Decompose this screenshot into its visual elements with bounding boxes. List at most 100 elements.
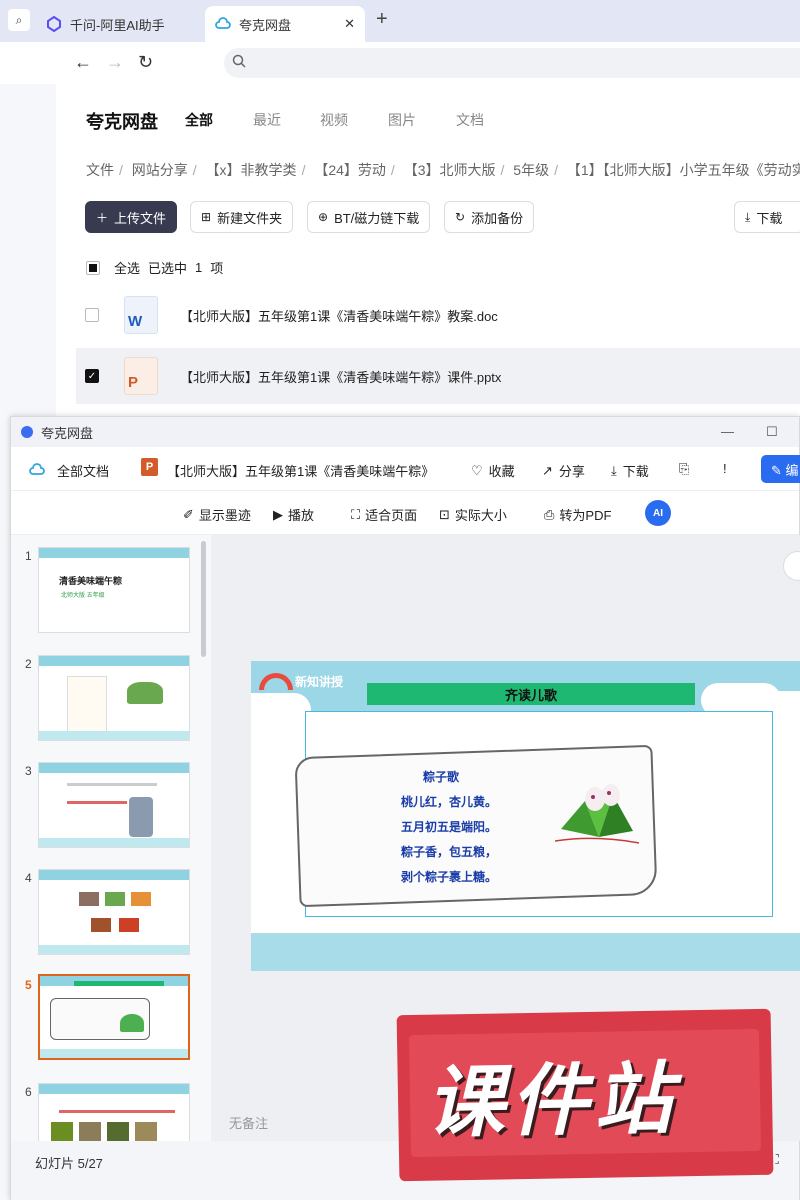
browser-nav-bar: ← → ↻ [0, 42, 800, 84]
powerpoint-file-icon: P [124, 357, 158, 395]
address-bar[interactable] [224, 48, 800, 78]
magnet-icon: ⊕ [318, 210, 329, 224]
show-ink-button[interactable]: ✐ 显示墨迹 [183, 505, 251, 524]
new-tab-icon[interactable]: + [376, 8, 388, 31]
fit-page-button[interactable]: ⛶ 适合页面 [351, 505, 417, 524]
edit-button[interactable]: ✎ 编 [761, 455, 800, 483]
breadcrumb-item[interactable]: 【x】非教学类 [206, 162, 297, 178]
forward-icon[interactable]: → [106, 52, 124, 73]
viewer-download-button[interactable]: ⤓ 下载 [611, 461, 649, 480]
minimize-icon[interactable]: — [721, 424, 734, 439]
add-backup-button[interactable]: ↻ 添加备份 [444, 201, 535, 233]
thumb-number: 1 [25, 549, 32, 563]
ppt-file-icon: P [141, 458, 158, 476]
play-button[interactable]: ▶ 播放 [273, 505, 314, 524]
all-docs-button[interactable]: 全部文档 [29, 461, 109, 480]
nav-tab-all[interactable]: 全部 [185, 110, 213, 130]
feedback-icon[interactable]: ! [723, 461, 727, 476]
fit-page-icon: ⛶ [351, 506, 361, 522]
maximize-icon[interactable]: ☐ [766, 424, 778, 440]
watermark-stamp: 课件站 [396, 1008, 774, 1182]
close-tab-icon[interactable]: ✕ [344, 16, 355, 32]
thumb-title: 清香美味端午粽 [59, 576, 123, 586]
slide-thumbnail[interactable] [38, 655, 190, 741]
share-icon: ↗ [542, 462, 553, 478]
thumb-number: 6 [25, 1085, 32, 1099]
word-file-icon: W [124, 296, 158, 334]
download-button[interactable]: ⤓ 下载 [734, 201, 800, 233]
tab-search-icon[interactable]: ⌕ [8, 9, 30, 31]
tab-label: 夸克网盘 [239, 17, 292, 33]
breadcrumb-item[interactable]: 文件 [86, 162, 114, 178]
file-checkbox[interactable] [85, 308, 99, 322]
slide-thumbnail[interactable]: 清香美味端午粽 北师大版 五年级 [38, 547, 190, 633]
breadcrumb: 文件 / 网站分享 / 【x】非教学类 / 【24】劳动 / 【3】北师大版/ 5年级 /… [86, 160, 800, 180]
browser-tab-bar: ⌕ 千问-阿里AI助手 夸克网盘 ✕ + [0, 0, 800, 42]
backup-icon: ↻ [455, 210, 466, 224]
ink-icon: ✐ [183, 506, 194, 522]
slide-tag: 新知讲授 [295, 675, 344, 689]
nav-tab-video[interactable]: 视频 [320, 110, 348, 130]
pdf-icon: ⎙ [544, 506, 555, 522]
nav-tab-recent[interactable]: 最近 [253, 110, 281, 130]
file-row[interactable]: W 【北师大版】五年级第1课《清香美味端午粽》教案.doc [76, 287, 800, 343]
selected-count: 1 [195, 260, 203, 275]
folder-plus-icon: ⊞ [201, 210, 212, 224]
slide-counter: 幻灯片 5/27 [35, 1156, 103, 1171]
current-slide: 新知讲授 齐读儿歌 粽子歌 桃儿红，杏儿黄。 五月初五是端阳。 粽子香，包五粮，… [251, 661, 800, 971]
breadcrumb-item[interactable]: 网站分享 [132, 162, 188, 178]
collect-button[interactable]: ♡ 收藏 [471, 461, 515, 480]
download-icon: ⤓ [745, 209, 751, 224]
select-all-label[interactable]: 全选 [114, 258, 140, 277]
thumbnail-scrollbar[interactable] [201, 541, 206, 657]
upload-button[interactable]: ＋上传文件 [85, 201, 178, 233]
download-icon: ⤓ [611, 462, 617, 478]
slide-thumbnail[interactable] [38, 1083, 190, 1141]
tab-label: 千问-阿里AI助手 [70, 17, 165, 33]
slide-thumbnail-panel: 1 清香美味端午粽 北师大版 五年级 2 3 4 5 6 [11, 535, 211, 1141]
tab-quark-drive[interactable]: 夸克网盘 ✕ [205, 6, 365, 42]
file-row-selected[interactable]: ✓ P 【北师大版】五年级第1课《清香美味端午粽》课件.pptx [76, 348, 800, 404]
quark-logo-icon [21, 426, 33, 438]
tab-qianwen[interactable]: 千问-阿里AI助手 [36, 6, 202, 42]
file-checkbox-checked[interactable]: ✓ [85, 369, 99, 383]
breadcrumb-item[interactable]: 【24】劳动 [314, 162, 386, 178]
slide-banner: 齐读儿歌 [367, 683, 695, 705]
heart-icon: ♡ [471, 462, 483, 478]
thumb-number: 2 [25, 657, 32, 671]
qianwen-logo-icon [46, 16, 62, 32]
search-icon [232, 54, 246, 71]
actual-size-button[interactable]: ⊡ 实际大小 [439, 505, 507, 524]
watermark-text: 课件站 [425, 1054, 679, 1149]
file-name[interactable]: 【北师大版】五年级第1课《清香美味端午粽》教案.doc [180, 306, 498, 325]
thumb-subtitle: 北师大版 五年级 [61, 593, 105, 599]
selection-bar: 全选 已选中 1 项 [86, 258, 223, 277]
bt-download-button[interactable]: ⊕ BT/磁力链下载 [307, 201, 431, 233]
quark-cloud-icon [215, 16, 231, 32]
sidebar-toggle-icon[interactable] [783, 551, 800, 581]
file-name[interactable]: 【北师大版】五年级第1课《清香美味端午粽》课件.pptx [180, 367, 501, 386]
back-icon[interactable]: ← [74, 52, 92, 73]
nav-tab-docs[interactable]: 文档 [456, 110, 484, 130]
reload-icon[interactable]: ↻ [138, 52, 153, 73]
zongzi-illustration [555, 784, 639, 844]
share-button[interactable]: ↗ 分享 [542, 461, 585, 480]
new-folder-button[interactable]: ⊞ 新建文件夹 [190, 201, 294, 233]
slide-thumbnail-current[interactable] [38, 974, 190, 1060]
breadcrumb-item[interactable]: 【3】北师大版 [404, 162, 496, 178]
quark-cloud-icon [29, 462, 45, 479]
poem-line: 剥个粽子裹上糖。 [401, 870, 498, 884]
select-all-checkbox[interactable] [86, 260, 100, 275]
document-title: 【北师大版】五年级第1课《清香美味端午粽》 [167, 464, 435, 479]
export-icon[interactable]: ⎘ [679, 461, 689, 477]
slide-thumbnail[interactable] [38, 869, 190, 955]
brand-title: 夸克网盘 [86, 112, 158, 132]
slide-thumbnail[interactable] [38, 762, 190, 848]
to-pdf-button[interactable]: ⎙ 转为PDF [544, 505, 611, 524]
breadcrumb-item[interactable]: 5年级 [513, 162, 549, 178]
nav-tab-images[interactable]: 图片 [388, 110, 416, 130]
ai-assistant-icon[interactable]: AI [645, 500, 671, 526]
viewer-title-bar: 夸克网盘 — ☐ [11, 417, 799, 447]
notes-placeholder[interactable]: 无备注 [229, 1113, 268, 1132]
breadcrumb-item[interactable]: 【1】【北师大版】小学五年级《劳动实 [567, 162, 800, 178]
